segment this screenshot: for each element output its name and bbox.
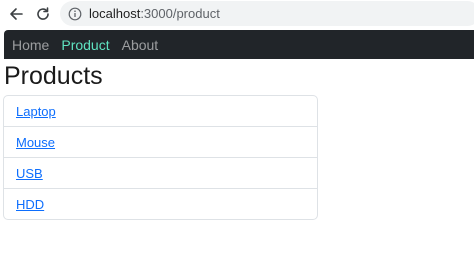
- product-link-mouse[interactable]: Mouse: [16, 135, 55, 150]
- list-item: HDD: [4, 189, 317, 219]
- url-text: localhost:3000/product: [89, 6, 220, 21]
- product-link-hdd[interactable]: HDD: [16, 197, 44, 212]
- app-navbar: Home Product About: [4, 30, 474, 59]
- reload-button[interactable]: [31, 2, 55, 26]
- browser-toolbar: localhost:3000/product: [0, 0, 474, 27]
- address-bar[interactable]: localhost:3000/product: [60, 1, 474, 26]
- url-host: localhost: [89, 6, 141, 21]
- list-item: Mouse: [4, 127, 317, 158]
- url-path: :3000/product: [140, 6, 220, 21]
- back-arrow-icon: [10, 8, 23, 20]
- reload-icon: [37, 7, 49, 20]
- back-button[interactable]: [4, 2, 28, 26]
- product-link-laptop[interactable]: Laptop: [16, 104, 56, 119]
- page-title: Products: [4, 62, 103, 90]
- info-icon[interactable]: [68, 7, 82, 21]
- product-list: Laptop Mouse USB HDD: [3, 95, 318, 220]
- nav-link-home[interactable]: Home: [12, 37, 49, 53]
- product-link-usb[interactable]: USB: [16, 166, 43, 181]
- list-item: Laptop: [4, 96, 317, 127]
- nav-link-product[interactable]: Product: [61, 37, 109, 53]
- list-item: USB: [4, 158, 317, 189]
- nav-link-about[interactable]: About: [122, 37, 159, 53]
